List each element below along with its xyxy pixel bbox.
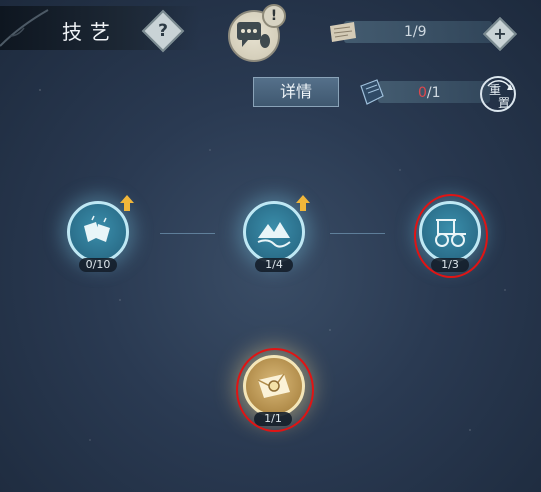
details-button[interactable]: 详情 (253, 77, 339, 107)
highlight-ring (236, 348, 314, 432)
question-mark-icon: ? (158, 21, 168, 41)
chat-alert-badge: ! (262, 4, 286, 28)
mountain-river-icon (257, 222, 291, 248)
scroll-icon (330, 22, 356, 42)
node-progress: 0/10 (79, 258, 117, 272)
connector-line (330, 233, 385, 234)
lanterns-icon (84, 215, 110, 242)
upgrade-arrow-icon (296, 195, 310, 211)
book-count: 0/1 (418, 85, 441, 101)
book-count-total: /1 (426, 85, 441, 101)
branch-decoration-icon (0, 9, 49, 47)
plus-icon: + (493, 24, 507, 43)
highlight-ring (414, 194, 488, 278)
page-title: 技艺 (62, 20, 118, 44)
upgrade-arrow-icon (120, 195, 134, 211)
connector-line (160, 233, 215, 234)
scroll-count: 1/9 (404, 24, 427, 40)
node-progress: 1/4 (255, 258, 293, 272)
reset-button[interactable]: 重 置 (480, 76, 516, 112)
book-count-current: 0 (418, 85, 427, 101)
reset-label-bottom: 置 (498, 96, 511, 110)
book-icon (360, 79, 384, 105)
